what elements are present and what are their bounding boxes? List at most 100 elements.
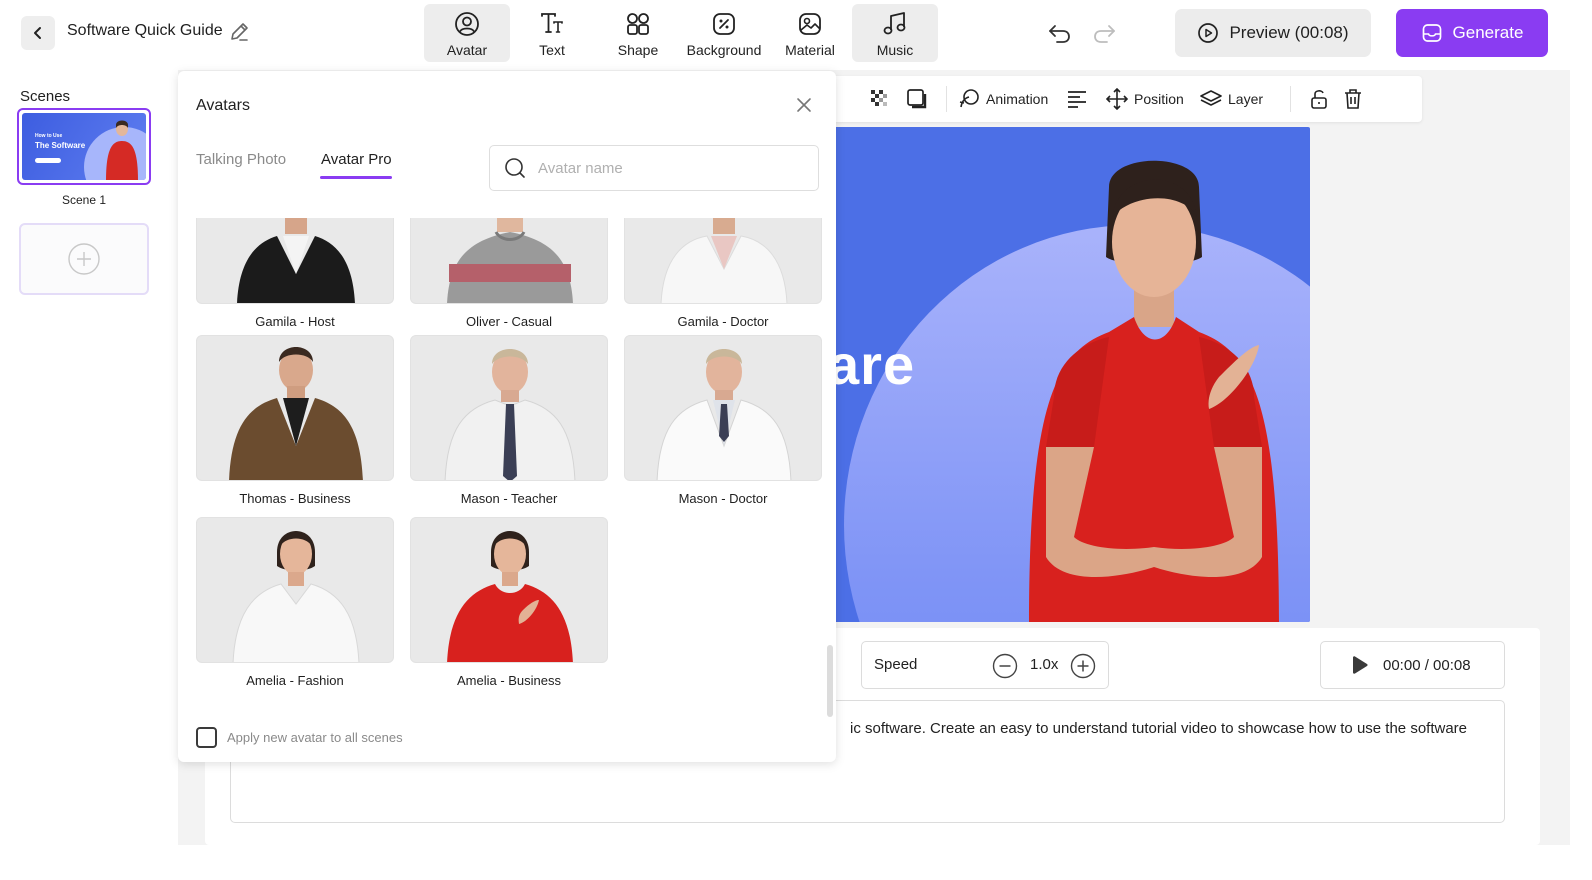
layer-button[interactable]: Layer [1200, 76, 1263, 122]
shape-icon [627, 13, 649, 35]
transparency-button[interactable] [870, 76, 890, 122]
active-tab-indicator [320, 176, 392, 179]
back-button[interactable] [21, 16, 55, 50]
lock-button[interactable] [1308, 76, 1330, 122]
close-button[interactable] [796, 97, 812, 113]
scenes-title: Scenes [20, 88, 71, 105]
video-canvas[interactable]: are [834, 127, 1310, 622]
minus-circle-icon[interactable] [992, 653, 1018, 679]
plus-circle-icon [68, 243, 100, 275]
rename-pencil-icon[interactable] [228, 21, 250, 43]
generate-label: Generate [1452, 23, 1524, 42]
stage-avatar[interactable] [934, 147, 1304, 622]
tool-music[interactable]: Music [852, 4, 938, 62]
project-title: Software Quick Guide [67, 22, 223, 39]
avatar-name: Thomas - Business [239, 491, 351, 506]
undo-button[interactable] [1047, 20, 1073, 46]
avatar-name: Amelia - Business [456, 673, 562, 688]
plus-circle-icon[interactable] [1070, 653, 1096, 679]
avatar-thumbnail [410, 335, 608, 481]
tool-background[interactable]: Background [681, 4, 767, 62]
text-icon [541, 13, 563, 33]
scene-thumb-text-2: The Software [35, 141, 86, 150]
tool-label: Avatar [446, 42, 488, 58]
avatar-thumbnail [196, 335, 394, 481]
element-toolbar: Animation Position Layer [830, 76, 1422, 122]
redo-button[interactable] [1091, 20, 1117, 46]
avatar-thumbnail [410, 517, 608, 663]
scene-preview: How to Use The Software [22, 113, 146, 180]
apply-all-label: Apply new avatar to all scenes [227, 730, 403, 745]
play-circle-icon [1198, 23, 1219, 43]
music-icon [883, 12, 906, 35]
tool-avatar[interactable]: Avatar [424, 4, 510, 62]
avatar-card[interactable]: Thomas - Business [196, 335, 394, 506]
panel-title: Avatars [196, 97, 250, 114]
avatar-thumbnail [624, 335, 822, 481]
layer-label: Layer [1228, 91, 1264, 107]
scene-thumbnail[interactable]: How to Use The Software [17, 108, 151, 185]
tool-text[interactable]: Text [509, 4, 595, 62]
position-button[interactable]: Position [1106, 76, 1184, 122]
tool-label: Text [539, 42, 565, 58]
avatar-name: Gamila - Doctor [677, 314, 769, 329]
shadow-icon [907, 89, 927, 109]
avatar-name: Mason - Teacher [460, 491, 558, 506]
speed-control: Speed 1.0x [861, 641, 1109, 689]
scene-thumb-text-1: How to Use [35, 133, 63, 139]
preview-button[interactable]: Preview (00:08) [1175, 9, 1371, 57]
avatar-icon [455, 12, 479, 36]
search-icon [505, 158, 525, 178]
avatar-thumbnail [196, 218, 394, 304]
avatar-card[interactable]: Mason - Teacher [410, 335, 608, 506]
avatar-thumbnail [196, 517, 394, 663]
tool-material[interactable]: Material [767, 4, 853, 62]
avatar-card[interactable]: Mason - Doctor [624, 335, 822, 506]
avatar-thumbnail [624, 218, 822, 304]
avatar-card[interactable]: Oliver - Casual [410, 218, 608, 329]
panel-scrollbar[interactable] [827, 645, 833, 717]
shadow-button[interactable] [906, 76, 928, 122]
transparency-icon [871, 90, 887, 106]
align-left-icon [1068, 91, 1086, 108]
animation-button[interactable]: Animation [958, 76, 1048, 122]
tool-label: Music [876, 42, 914, 58]
tab-talking-photo[interactable]: Talking Photo [196, 151, 286, 168]
avatar-name: Mason - Doctor [678, 491, 768, 506]
apply-all-checkbox[interactable] [196, 727, 217, 748]
tool-shape[interactable]: Shape [595, 4, 681, 62]
tool-label: Material [785, 42, 835, 58]
script-text: ic software. Create an easy to understan… [850, 720, 1468, 737]
scene-label: Scene 1 [61, 193, 107, 207]
generate-button[interactable]: Generate [1396, 9, 1548, 57]
chevron-left-icon [34, 27, 41, 39]
play-icon[interactable] [1349, 655, 1369, 675]
avatar-name: Oliver - Casual [466, 314, 552, 329]
close-icon [797, 98, 811, 112]
avatar-card[interactable]: Gamila - Host [196, 218, 394, 329]
avatar-card[interactable]: Amelia - Fashion [196, 517, 394, 688]
canvas-title-text[interactable]: are [834, 332, 915, 397]
add-scene-button[interactable] [19, 223, 149, 295]
preview-label: Preview (00:08) [1229, 23, 1349, 42]
avatar-grid: Gamila - Host Oliver - Casual Gamila - D… [178, 218, 836, 693]
unlock-icon [1311, 90, 1327, 109]
tool-label: Background [686, 42, 762, 58]
avatar-card[interactable]: Amelia - Business [410, 517, 608, 688]
redo-icon [1094, 25, 1115, 43]
avatar-search-input[interactable] [538, 159, 788, 177]
tab-avatar-pro[interactable]: Avatar Pro [321, 151, 392, 168]
move-arrows-icon [1106, 88, 1128, 110]
animation-icon [959, 89, 979, 108]
speed-value: 1.0x [1030, 656, 1059, 673]
align-button[interactable] [1066, 76, 1088, 122]
avatar-card[interactable]: Gamila - Doctor [624, 218, 822, 329]
avatar-name: Amelia - Fashion [246, 673, 344, 688]
tool-label: Shape [617, 42, 659, 58]
playback-control: 00:00 / 00:08 [1320, 641, 1505, 689]
scene-avatar-thumb [106, 120, 138, 180]
undo-icon [1049, 25, 1070, 43]
animation-label: Animation [986, 91, 1049, 107]
delete-button[interactable] [1342, 76, 1364, 122]
position-label: Position [1134, 91, 1184, 107]
